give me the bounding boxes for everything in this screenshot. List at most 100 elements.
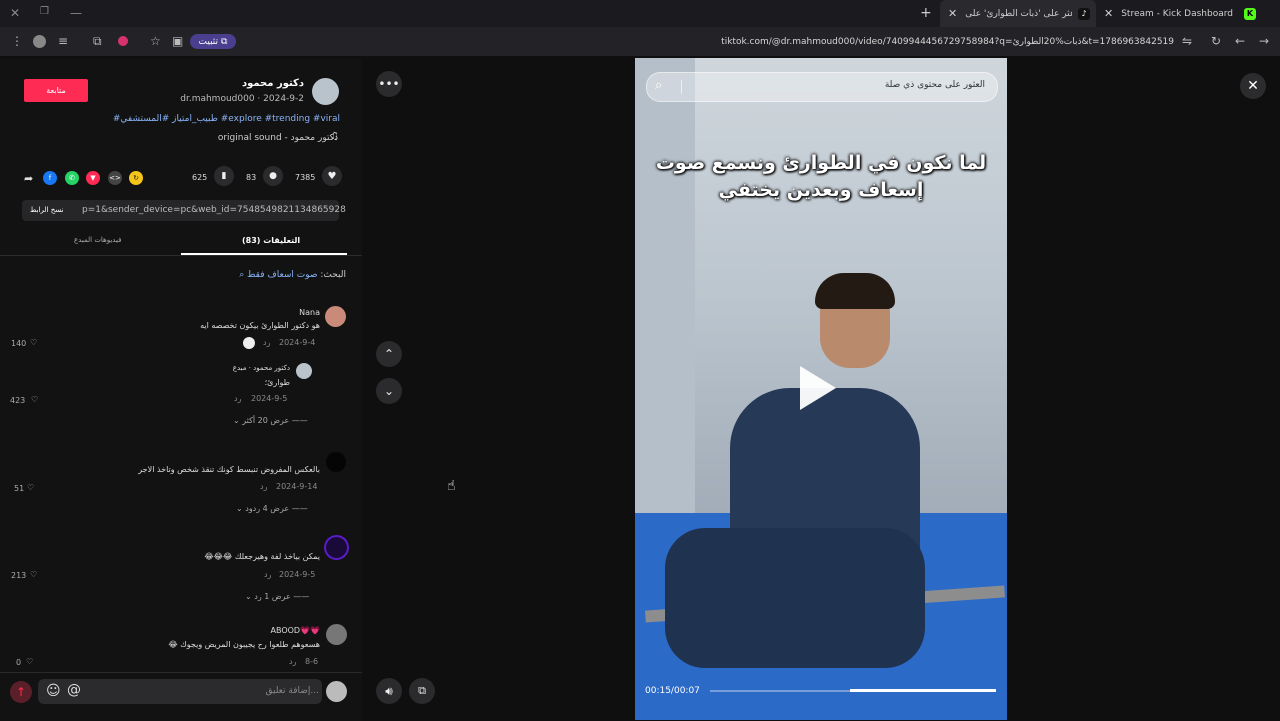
facebook-icon[interactable]: f <box>43 171 57 185</box>
search-suggestion[interactable]: البحث: صوت اسعاف فقط ⌕ <box>239 270 346 280</box>
like-count: 7385 <box>295 173 316 182</box>
share-link-text[interactable]: p=1&sender_device=pc&web_id=754854982113… <box>82 205 346 215</box>
extensions-icon[interactable]: ⧉ <box>93 34 102 49</box>
more-options-icon[interactable]: ••• <box>376 71 402 97</box>
tab-creator-videos[interactable]: فيديوهات المبدع <box>74 236 121 244</box>
reply-button[interactable]: رد <box>289 657 296 666</box>
browser-tab-kick[interactable]: ✕ Stream - Kick Dashboard K <box>1096 0 1256 27</box>
tab-comments[interactable]: التعليقات (83) <box>242 236 300 245</box>
author-name[interactable]: دكتور محمود <box>242 78 304 89</box>
comment-heart-icon[interactable]: ♡ <box>26 657 33 666</box>
tiktok-favicon-icon: ♪ <box>1078 7 1090 20</box>
comment-like-count: 0 <box>16 658 22 667</box>
pip-icon[interactable]: ⧉ <box>409 678 435 704</box>
reply-button[interactable]: رد <box>264 570 271 579</box>
comment-bubble-icon[interactable]: ● <box>263 166 283 186</box>
pin-label: تثبيت <box>198 36 219 47</box>
scene-person-legs <box>665 528 925 668</box>
chevron-down-icon: ⌄ <box>233 416 240 425</box>
reading-list-icon[interactable]: ≡ <box>58 34 68 48</box>
avatar[interactable] <box>326 537 347 558</box>
reply-button[interactable]: رد <box>260 482 267 491</box>
comment-heart-icon[interactable]: ♡ <box>31 395 38 404</box>
next-video-chevron-down-icon[interactable]: ⌄ <box>376 378 402 404</box>
active-tab-indicator <box>181 253 347 255</box>
search-query[interactable]: صوت اسعاف فقط <box>247 270 317 280</box>
search-icon: ⌕ <box>655 78 663 93</box>
tab-search-icon[interactable]: ▣ <box>172 34 183 48</box>
follow-button[interactable]: متابعة <box>24 79 88 102</box>
comments-panel <box>0 58 362 720</box>
author-avatar[interactable] <box>312 78 339 105</box>
back-icon[interactable]: ← <box>1235 34 1245 48</box>
avatar[interactable] <box>325 306 346 327</box>
send-icon[interactable]: ↑ <box>10 681 32 703</box>
comment-like-count: 140 <box>11 339 27 348</box>
comment-heart-icon[interactable]: ♡ <box>30 570 37 579</box>
post-hashtags[interactable]: #طبيب_امتياز #المستشفي #explore #trendin… <box>113 114 340 124</box>
comment-user[interactable]: ABOOD💗💗 <box>271 626 321 635</box>
comment-like-count: 213 <box>11 571 27 580</box>
whatsapp-icon[interactable]: ✆ <box>65 171 79 185</box>
avatar[interactable] <box>326 624 347 645</box>
save-count: 625 <box>192 173 208 182</box>
view-more-replies[interactable]: ⌄ عرض 1 رد —— <box>245 592 309 601</box>
view-more-replies[interactable]: ⌄ عرض 20 أكثر —— <box>233 416 308 425</box>
comment-heart-icon[interactable]: ♡ <box>27 483 34 492</box>
close-icon[interactable]: ✕ <box>1240 73 1266 99</box>
volume-icon[interactable]: 🔊︎ <box>376 678 402 704</box>
play-icon[interactable] <box>800 366 836 410</box>
new-tab-button[interactable]: + <box>920 5 932 21</box>
embed-icon[interactable]: <> <box>108 171 122 185</box>
comment-placeholder: إضافة تعليق... <box>265 686 319 696</box>
view-more-label: عرض 4 ردود <box>245 504 290 513</box>
reload-icon[interactable]: ↻ <box>1211 34 1221 48</box>
comment-count: 83 <box>246 173 257 182</box>
profile-icon[interactable] <box>33 35 46 48</box>
comment-heart-icon[interactable]: ♡ <box>30 338 37 347</box>
kick-favicon-icon: K <box>1244 7 1256 20</box>
site-settings-icon[interactable]: ⇋ <box>1182 34 1192 48</box>
window-close-icon[interactable]: ✕ <box>10 6 20 20</box>
reply-button[interactable]: رد <box>263 338 270 347</box>
comment-text: طوارئ؛ <box>264 378 290 387</box>
video-search-placeholder: العثور على محتوى ذي صلة <box>884 80 985 90</box>
address-bar[interactable]: tiktok.com/@dr.mahmoud000/video/74099444… <box>721 37 1174 47</box>
window-restore-icon[interactable]: ❐ <box>40 6 49 17</box>
view-more-label: عرض 1 رد <box>254 592 291 601</box>
menu-dots-icon[interactable]: ⋮ <box>11 34 23 48</box>
browser-tab-tiktok[interactable]: ✕ اعثر على 'ذبات الطوارئ' على Tok ♪ <box>940 0 1096 27</box>
bookmark-star-icon[interactable]: ☆ <box>150 34 161 48</box>
comment-date: 2024-9-5 <box>251 394 288 403</box>
caption-line-2: إسعاف وبعدين يختفي <box>718 179 924 201</box>
avatar[interactable] <box>326 452 346 472</box>
copy-link-button[interactable]: نسخ الرابط <box>30 206 63 214</box>
emoji-icon[interactable]: ☺ <box>46 683 61 699</box>
comment-date: 2024-9-5 <box>279 570 316 579</box>
bookmark-icon[interactable]: ▮ <box>214 166 234 186</box>
post-sound[interactable]: original sound - دكتور محمود <box>218 133 338 143</box>
chevron-down-icon: ⌄ <box>236 504 243 513</box>
previous-video-chevron-up-icon[interactable]: ⌃ <box>376 341 402 367</box>
window-minimize-icon[interactable]: — <box>70 6 82 20</box>
close-tab-icon[interactable]: ✕ <box>1104 7 1113 20</box>
heart-icon[interactable]: ♥ <box>322 166 342 186</box>
avatar[interactable] <box>296 363 312 379</box>
close-tab-icon[interactable]: ✕ <box>948 7 957 20</box>
my-avatar <box>326 681 347 702</box>
comment-user[interactable]: Nana <box>299 308 320 317</box>
comment-text: هو دكتور الطوارئ بيكون تخصصه ايه <box>200 321 320 330</box>
tiktok-share-icon[interactable]: ▼ <box>86 171 100 185</box>
forward-icon[interactable]: → <box>1259 34 1269 48</box>
share-arrow-icon[interactable]: ➦ <box>24 172 33 185</box>
extension-icon[interactable] <box>118 36 128 46</box>
comment-user[interactable]: دكتور محمود · مبدع <box>233 364 290 372</box>
view-more-replies[interactable]: ⌄ عرض 4 ردود —— <box>236 504 308 513</box>
chevron-down-icon: ⌄ <box>245 592 252 601</box>
comment-date: 2024-9-4 <box>279 338 316 347</box>
repost-icon[interactable]: ↻ <box>129 171 143 185</box>
video-caption: لما نكون في الطوارئ ونسمع صوت إسعاف وبعد… <box>640 150 1002 204</box>
pin-tab-button[interactable]: تثبيت ⧉ <box>190 34 236 49</box>
mention-icon[interactable]: @ <box>67 682 81 698</box>
reply-button[interactable]: رد <box>234 394 241 403</box>
